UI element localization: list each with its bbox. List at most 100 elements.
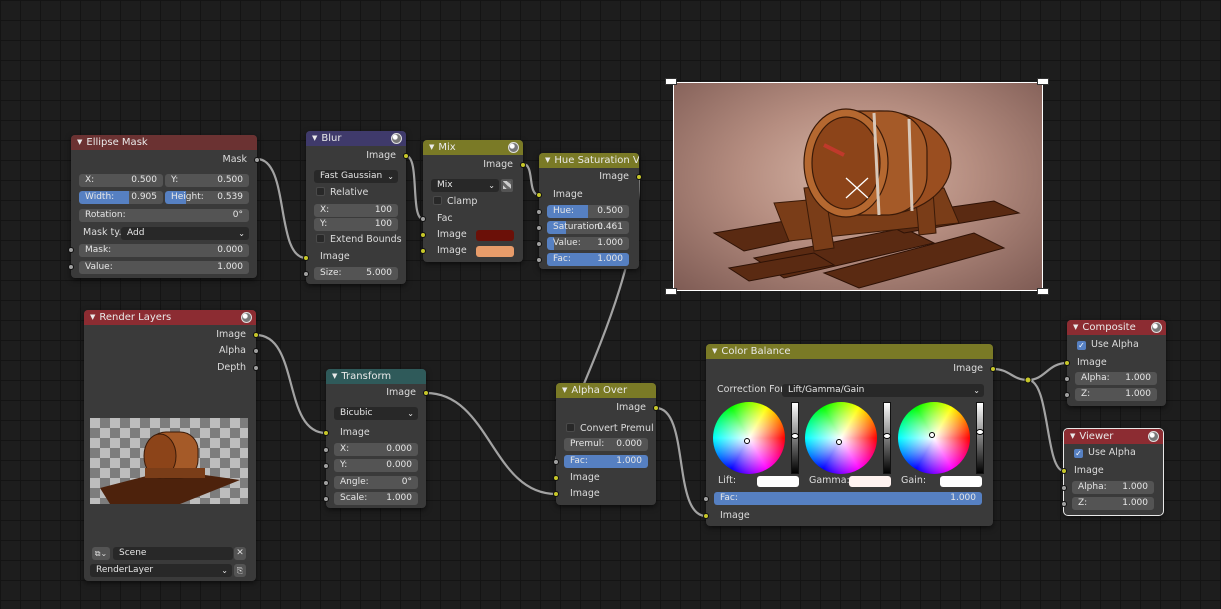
backdrop-corner-handle[interactable] [1037,288,1049,295]
input-socket-size[interactable] [303,271,309,277]
y-field[interactable]: Y: 0.000 [334,459,418,472]
collapse-icon[interactable]: ▼ [1070,432,1075,440]
output-socket-image[interactable] [403,153,409,159]
backdrop-preview[interactable] [673,82,1043,291]
close-icon[interactable]: ✕ [234,547,246,560]
hue-field[interactable]: Hue: 0.500 [547,205,629,218]
input-socket-y[interactable] [323,463,329,469]
alpha-field[interactable]: Alpha: 1.000 [1072,481,1154,494]
collapse-icon[interactable]: ▼ [77,138,82,146]
saturation-field[interactable]: Saturation: 0.461 [547,221,629,234]
fac-field[interactable]: Fac: 1.000 [547,253,629,266]
rotation-field[interactable]: Rotation: 0° [79,209,249,222]
collapse-icon[interactable]: ▼ [429,143,434,151]
input-socket-value[interactable] [536,241,542,247]
x-field[interactable]: X: 0.000 [334,443,418,456]
node-menu-icon[interactable] [391,133,402,144]
input-socket-saturation[interactable] [536,225,542,231]
node-header[interactable]: ▼ Blur [306,131,406,146]
scene-browse-icon[interactable]: ⧉⌄ [92,547,110,560]
input-socket-angle[interactable] [323,480,329,486]
output-socket-depth[interactable] [253,365,259,371]
lift-color-wheel[interactable] [713,402,785,474]
output-socket-image[interactable] [253,332,259,338]
output-socket-image[interactable] [636,174,642,180]
gamma-color-wheel[interactable] [805,402,877,474]
input-socket-alpha[interactable] [1064,376,1070,382]
backdrop-corner-handle[interactable] [665,78,677,85]
input-socket-x[interactable] [323,447,329,453]
clamp-checkbox[interactable]: Clamp [433,196,477,208]
output-socket-image[interactable] [423,390,429,396]
node-header[interactable]: ▼ Transform [326,369,426,384]
width-field[interactable]: Width: 0.905 [79,191,163,204]
node-header[interactable]: ▼ Color Balance [706,344,993,359]
relative-checkbox[interactable]: Relative [316,187,368,199]
mask-input-field[interactable]: Mask: 0.000 [79,244,249,257]
y-field[interactable]: Y: 0.500 [165,174,249,187]
input-socket-fac[interactable] [703,496,709,502]
node-header[interactable]: ▼ Mix [423,140,523,155]
filter-type-dropdown[interactable]: Bicubic ⌄ [334,407,418,420]
node-header[interactable]: ▼ Viewer [1064,429,1163,444]
x-field[interactable]: X: 0.500 [79,174,163,187]
collapse-icon[interactable]: ▼ [1073,323,1078,331]
value-field[interactable]: Value: 1.000 [547,237,629,250]
node-transform[interactable]: ▼ Transform Image Bicubic ⌄ Image X: 0.000 … [323,369,429,508]
use-alpha-checkbox[interactable]: ✓ Use Alpha [1074,447,1136,459]
node-header[interactable]: ▼ Composite [1067,320,1166,335]
filter-type-dropdown[interactable]: Fast Gaussian ⌄ [314,170,398,183]
size-x-field[interactable]: X: 100 [314,204,398,217]
node-color-balance[interactable]: ▼ Color Balance Image Correction For... L… [703,344,996,526]
node-header[interactable]: ▼ Alpha Over [556,383,656,398]
size-y-field[interactable]: Y: 100 [314,218,398,231]
collapse-icon[interactable]: ▼ [712,347,717,355]
node-hue-saturation[interactable]: ▼ Hue Saturation Val... Image Image Hue:0… [536,153,642,269]
height-field[interactable]: Height: 0.539 [165,191,249,204]
gain-value-slider[interactable] [976,402,984,474]
use-alpha-checkbox[interactable]: ✓ Use Alpha [1077,339,1139,351]
node-header[interactable]: ▼ Ellipse Mask [71,135,257,150]
render-icon[interactable] [1151,322,1162,333]
node-header[interactable]: ▼ Render Layers [84,310,256,325]
fac-field[interactable]: Fac: 1.000 [714,492,982,505]
node-render-layers[interactable]: ▼ Render Layers Image Alpha Depth ⧉⌄ Scen… [84,310,259,581]
node-menu-icon[interactable] [508,142,519,153]
convert-premul-checkbox[interactable]: Convert Premul [566,423,654,435]
input-socket-alpha[interactable] [1061,485,1067,491]
backdrop-corner-handle[interactable] [665,288,677,295]
mask-type-dropdown[interactable]: Add ⌄ [121,227,249,240]
node-blur[interactable]: ▼ Blur Image Fast Gaussian ⌄ Relative X: 10… [303,131,409,284]
color-swatch-1[interactable] [476,230,514,241]
node-alpha-over[interactable]: ▼ Alpha Over Image Convert Premul Premul:… [553,383,659,505]
node-ellipse-mask[interactable]: ▼ Ellipse Mask Mask X: 0.500 Y: 0.500 Width… [68,135,260,278]
scene-field[interactable]: Scene [113,547,233,560]
collapse-icon[interactable]: ▼ [332,372,337,380]
input-socket-fac[interactable] [553,459,559,465]
input-socket-mask[interactable] [68,247,74,253]
node-viewer[interactable]: ▼ Viewer ✓ Use Alpha Image Alpha: 1.000 Z: 1… [1061,428,1164,516]
blend-type-dropdown[interactable]: Mix ⌄ [431,179,499,192]
backdrop-corner-handle[interactable] [1037,78,1049,85]
input-socket-z[interactable] [1061,501,1067,507]
extend-bounds-checkbox[interactable]: Extend Bounds [316,234,402,246]
render-layer-dropdown[interactable]: RenderLayer ⌄ [90,564,232,577]
collapse-icon[interactable]: ▼ [90,313,95,321]
collapse-icon[interactable]: ▼ [545,156,550,164]
node-mix[interactable]: ▼ Mix Image Mix ⌄ Clamp Fac Image Image [420,140,526,262]
premul-field[interactable]: Premul: 0.000 [564,438,648,451]
output-socket-mask[interactable] [254,157,260,163]
new-layer-icon[interactable]: ⎘ [234,564,246,577]
render-icon[interactable] [1148,431,1159,442]
z-field[interactable]: Z: 1.000 [1072,497,1154,510]
alpha-field[interactable]: Alpha: 1.000 [1075,372,1157,385]
render-icon[interactable] [241,312,252,323]
node-header[interactable]: ▼ Hue Saturation Val... [539,153,639,168]
input-socket-z[interactable] [1064,392,1070,398]
scale-field[interactable]: Scale: 1.000 [334,492,418,505]
collapse-icon[interactable]: ▼ [312,134,317,142]
output-socket-image[interactable] [520,162,526,168]
angle-field[interactable]: Angle: 0° [334,476,418,489]
output-socket-image[interactable] [990,366,996,372]
size-field[interactable]: Size: 5.000 [314,267,398,280]
